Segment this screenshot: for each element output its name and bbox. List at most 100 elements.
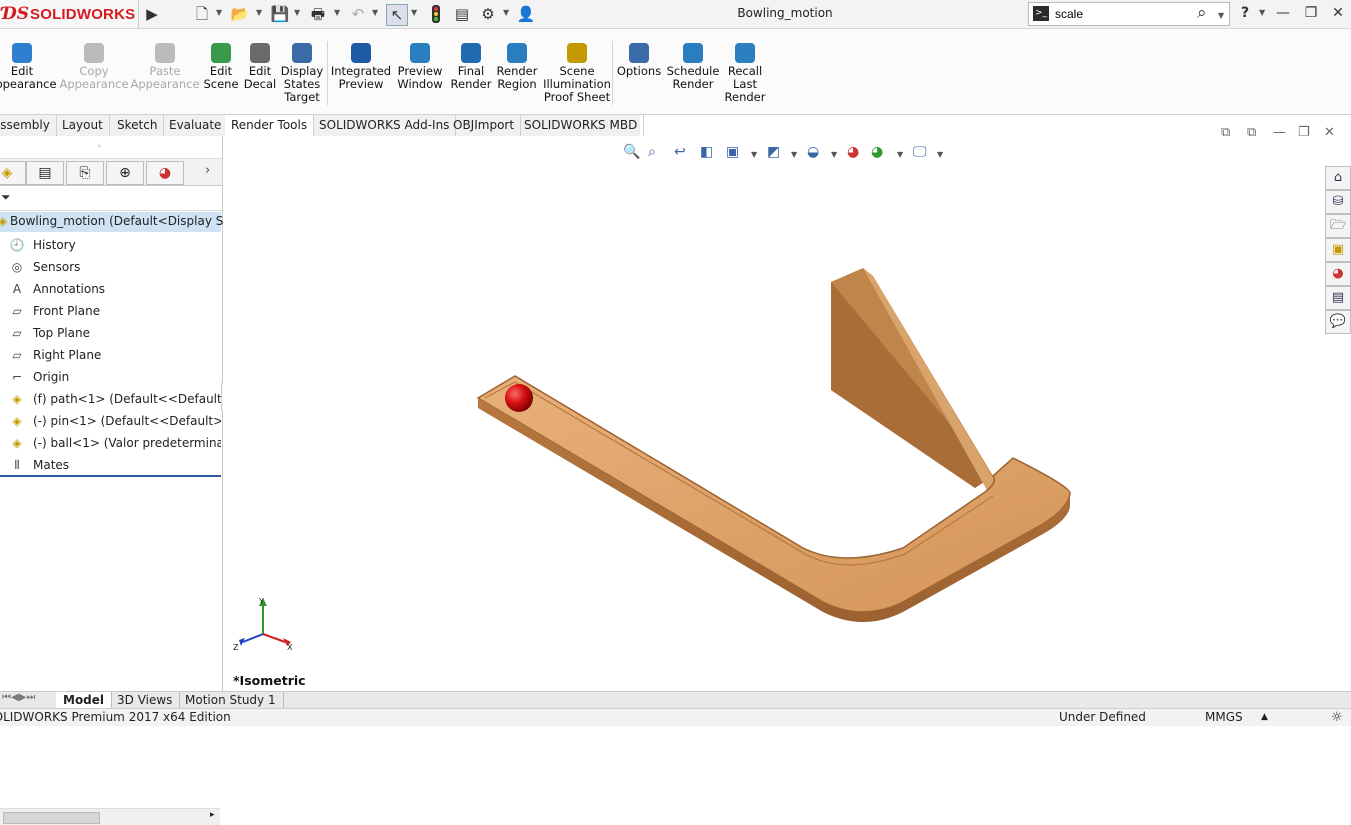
ribbon-separator — [327, 41, 328, 105]
tree-item-right-plane[interactable]: ▱ Right Plane — [0, 344, 221, 366]
appearances-scenes-icon[interactable]: ◕ — [1325, 262, 1351, 286]
search-box[interactable]: >_ ⌕ ▼ — [1028, 2, 1230, 26]
filter-icon[interactable]: ⏷ — [1, 190, 11, 205]
tab-objimport[interactable]: OBJImport — [447, 115, 522, 136]
tab-assembly[interactable]: Assembly — [0, 115, 57, 136]
search-icon[interactable]: ⌕ — [1197, 3, 1207, 23]
chevron-right-icon[interactable]: › — [205, 163, 210, 178]
bottom-tab-model[interactable]: Model — [56, 692, 113, 708]
chevron-down-icon[interactable]: ▼ — [372, 8, 378, 17]
tree-item-label: (f) path<1> (Default<<Default>_Dis — [33, 392, 221, 406]
rebuild-traffic-light-icon[interactable] — [426, 4, 446, 24]
display-manager-tab[interactable]: ◕ — [146, 161, 184, 185]
chevron-down-icon[interactable]: ▼ — [294, 8, 300, 17]
restore-icon[interactable]: ❐ — [1300, 3, 1322, 23]
tab-solidworks-add-ins[interactable]: SOLIDWORKS Add-Ins — [313, 115, 457, 136]
tree-item-top-plane[interactable]: ▱ Top Plane — [0, 322, 221, 344]
solidworks-logo[interactable]: ƊS SOLIDWORKS — [0, 0, 139, 28]
mates-icon: ⫴ — [14, 458, 20, 472]
display-states-target-icon — [292, 43, 312, 63]
ribbon-button-label: Edit Appearance — [0, 64, 57, 91]
menu-expand-icon[interactable]: ▶ — [142, 4, 162, 24]
solidworks-resources-icon[interactable]: ⌂ — [1325, 166, 1351, 190]
new-document-icon[interactable]: 🗋 — [192, 4, 212, 24]
view-close-icon[interactable]: ✕ — [1324, 125, 1335, 140]
close-icon[interactable]: ✕ — [1327, 3, 1349, 23]
chevron-down-icon[interactable]: ▼ — [216, 8, 222, 17]
tab-evaluate[interactable]: Evaluate — [163, 115, 229, 136]
unit-system[interactable]: MMGS — [1205, 709, 1243, 726]
custom-properties-icon[interactable]: ▤ — [1325, 286, 1351, 310]
command-manager-ribbon: Edit AppearanceCopy AppearancePaste Appe… — [0, 29, 1351, 115]
options-gear-icon[interactable]: ⚙ — [478, 4, 498, 24]
chevron-down-icon[interactable]: ▼ — [411, 8, 417, 17]
tree-item-mates[interactable]: ⫴ Mates — [0, 454, 221, 476]
save-icon[interactable]: 💾 — [270, 4, 290, 24]
tree-item-origin[interactable]: ⌐ Origin — [0, 366, 221, 388]
bottom-tab-3d-views[interactable]: 3D Views — [110, 692, 181, 708]
design-library-icon[interactable]: ⛁ — [1325, 190, 1351, 214]
chevron-down-icon[interactable]: ▼ — [334, 8, 340, 17]
tree-item-history[interactable]: 🕘 History — [0, 234, 221, 256]
chevron-down-icon[interactable]: ▼ — [1259, 8, 1265, 17]
ribbon-button-edit-appearance[interactable]: Edit Appearance — [0, 43, 62, 91]
open-folder-icon[interactable]: 📂 — [230, 4, 250, 24]
chevron-up-icon[interactable]: ▲ — [1261, 709, 1268, 726]
quick-tips-icon[interactable]: ☼ — [1331, 709, 1343, 726]
tab-nav-arrows-icon[interactable]: ⏮◀▶⏭ — [2, 692, 35, 703]
tab-render-tools[interactable]: Render Tools — [225, 115, 315, 136]
chevron-down-icon[interactable]: ▼ — [256, 8, 262, 17]
tree-item-label: Origin — [33, 370, 70, 384]
tree-item-front-plane[interactable]: ▱ Front Plane — [0, 300, 221, 322]
select-pointer-icon[interactable]: ↖ — [386, 4, 408, 26]
chevron-down-icon[interactable]: ▼ — [1218, 11, 1224, 20]
tab-layout[interactable]: Layout — [56, 115, 110, 136]
undo-icon[interactable]: ↶ — [348, 4, 368, 24]
graphics-area[interactable]: ⧉ ⧉ — ❐ ✕ 🔍 ⌕ ↩ ◧ ▣ ▼ ◩ ▼ ◒ ▼ ◕ ◕ ▼ 🖵 ▼ — [223, 125, 1351, 691]
tab-sketch[interactable]: Sketch — [111, 115, 165, 136]
help-icon[interactable]: ? — [1234, 3, 1256, 23]
tree-item-annotations[interactable]: A Annotations — [0, 278, 221, 300]
tree-item-label: (-) pin<1> (Default<<Default>_Pho — [33, 414, 221, 428]
minimize-icon[interactable]: — — [1272, 3, 1294, 23]
tree-item-pin-1-default-default-pho[interactable]: ◈ (-) pin<1> (Default<<Default>_Pho — [0, 410, 221, 432]
part-icon: ◈ — [12, 436, 22, 450]
view-palette-icon[interactable]: ▣ — [1325, 238, 1351, 262]
chevron-down-icon[interactable]: ▼ — [503, 8, 509, 17]
schedule-render-icon — [683, 43, 703, 63]
scrollbar-thumb[interactable] — [3, 812, 100, 824]
ribbon-button-copy-appearance[interactable]: Copy Appearance — [54, 43, 134, 91]
copy-appearance-icon — [84, 43, 104, 63]
plane-icon: ▱ — [12, 326, 22, 340]
tab-solidworks-mbd[interactable]: SOLIDWORKS MBD — [518, 115, 645, 136]
tree-item-sensors[interactable]: ◎ Sensors — [0, 256, 221, 278]
scroll-right-icon[interactable]: ▸ — [210, 810, 215, 820]
reference-triad: Y X Z — [233, 597, 293, 652]
user-login-icon[interactable]: 👤 — [516, 4, 536, 24]
preview-window-icon — [410, 43, 430, 63]
tree-item-f-path-1-default-default-dis[interactable]: ◈ (f) path<1> (Default<<Default>_Dis — [0, 388, 221, 410]
tree-root-assembly[interactable]: ◈ Bowling_motion (Default<Display State — [0, 212, 248, 232]
dimxpert-manager-tab[interactable]: ⊕ — [106, 161, 144, 185]
configuration-manager-tab[interactable]: ⎘ — [66, 161, 104, 185]
property-manager-tab[interactable]: ▤ — [26, 161, 64, 185]
feature-manager-tab[interactable]: ◈ — [0, 161, 26, 185]
tree-filter-row[interactable]: ⏷ — [0, 186, 222, 211]
search-input[interactable] — [1053, 5, 1197, 23]
ribbon-button-label: Render Region — [496, 64, 538, 91]
tree-item-ball-1-valor-predeterminado[interactable]: ◈ (-) ball<1> (Valor predeterminado< — [0, 432, 221, 454]
ribbon-button-recall-last-render[interactable]: Recall Last Render — [705, 43, 785, 104]
bowling-ball[interactable] — [505, 384, 533, 412]
bottom-tab-motion-study-1[interactable]: Motion Study 1 — [178, 692, 284, 708]
tree-horizontal-scrollbar[interactable]: ▸ — [0, 808, 220, 825]
bowling-path-model[interactable] — [223, 136, 1323, 691]
ribbon-separator — [612, 41, 613, 105]
file-explorer-icon[interactable]: 🗁 — [1325, 214, 1351, 238]
bottom-tab-strip: ⏮◀▶⏭ Model 3D Views Motion Study 1 — [0, 691, 1351, 708]
rollback-bar[interactable] — [0, 475, 221, 477]
panel-splitter-handle[interactable]: ◦ — [97, 142, 102, 151]
file-properties-icon[interactable]: ▤ — [452, 4, 472, 24]
forum-icon[interactable]: 💬 — [1325, 310, 1351, 334]
tree-item-label: Annotations — [33, 282, 106, 296]
print-icon[interactable]: 🖶 — [308, 4, 328, 24]
